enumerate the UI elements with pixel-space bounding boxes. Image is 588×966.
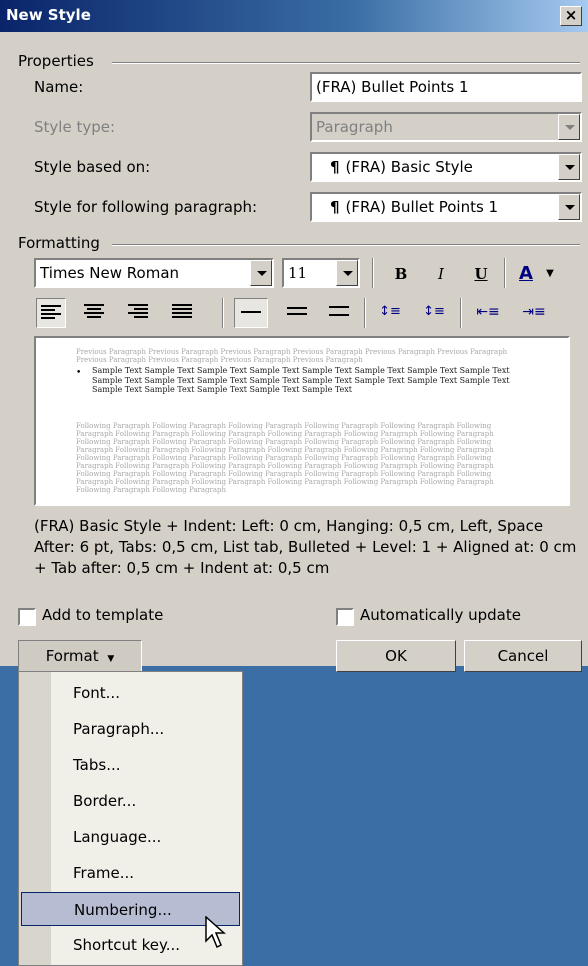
style-preview: Previous Paragraph Previous Paragraph Pr… bbox=[34, 336, 570, 506]
decrease-indent-icon[interactable]: ⇤≡ bbox=[472, 298, 504, 326]
toolbar-separator bbox=[222, 298, 224, 328]
based-on-select[interactable]: ¶ (FRA) Basic Style bbox=[310, 152, 582, 182]
font-color-dropdown-icon[interactable]: ▼ bbox=[540, 260, 560, 288]
increase-spacing-before-icon[interactable]: ↕≡ bbox=[374, 298, 406, 326]
align-left-icon bbox=[41, 305, 61, 321]
bold-button[interactable]: B bbox=[386, 260, 416, 288]
chevron-down-icon[interactable] bbox=[558, 154, 580, 180]
font-size-value: 11 bbox=[288, 264, 308, 282]
format-button-label: Format bbox=[45, 647, 99, 665]
chevron-down-icon: ▼ bbox=[107, 654, 115, 664]
increase-indent-icon[interactable]: ⇥≡ bbox=[518, 298, 550, 326]
font-name-select[interactable]: Times New Roman bbox=[34, 258, 274, 288]
pilcrow-icon: ¶ bbox=[330, 198, 340, 216]
toolbar-separator bbox=[364, 298, 366, 328]
one-half-spacing-button[interactable] bbox=[282, 298, 312, 328]
menu-item-language[interactable]: Language... bbox=[21, 820, 240, 854]
justify-icon bbox=[172, 304, 192, 320]
double-spacing-button[interactable] bbox=[324, 298, 354, 328]
based-on-label: Style based on: bbox=[34, 158, 151, 176]
auto-update-label: Automatically update bbox=[360, 606, 521, 624]
font-size-select[interactable]: 11 bbox=[282, 258, 360, 288]
title-bar[interactable]: New Style × bbox=[0, 0, 588, 32]
auto-update-checkbox[interactable] bbox=[336, 608, 354, 626]
chevron-down-icon[interactable] bbox=[336, 260, 358, 286]
preview-previous-paragraph: Previous Paragraph Previous Paragraph Pr… bbox=[76, 348, 508, 364]
style-description: (FRA) Basic Style + Indent: Left: 0 cm, … bbox=[34, 517, 577, 577]
align-left-button[interactable] bbox=[36, 298, 66, 328]
pilcrow-icon: ¶ bbox=[330, 158, 340, 176]
following-label: Style for following paragraph: bbox=[34, 198, 258, 216]
toolbar-separator bbox=[504, 258, 506, 288]
menu-item-border[interactable]: Border... bbox=[21, 784, 240, 818]
underline-button[interactable]: U bbox=[466, 260, 496, 288]
chevron-down-icon[interactable] bbox=[558, 114, 580, 140]
align-right-icon bbox=[128, 304, 148, 320]
preview-following-paragraph: Following Paragraph Following Paragraph … bbox=[76, 422, 494, 494]
toolbar-separator bbox=[372, 258, 374, 288]
following-value: (FRA) Bullet Points 1 bbox=[345, 198, 499, 216]
following-select[interactable]: ¶ (FRA) Bullet Points 1 bbox=[310, 192, 582, 222]
name-input[interactable]: (FRA) Bullet Points 1 bbox=[310, 72, 582, 102]
mouse-cursor-icon bbox=[205, 916, 226, 949]
one-half-spacing-icon bbox=[287, 307, 307, 323]
style-type-label: Style type: bbox=[34, 118, 116, 136]
formatting-group-label: Formatting bbox=[18, 234, 104, 252]
format-button[interactable]: Format ▼ bbox=[18, 640, 142, 672]
preview-sample-text: Sample Text Sample Text Sample Text Samp… bbox=[92, 366, 510, 394]
align-center-icon bbox=[84, 304, 104, 320]
align-right-button[interactable] bbox=[124, 298, 154, 328]
close-button[interactable]: × bbox=[560, 6, 582, 26]
cancel-button[interactable]: Cancel bbox=[464, 640, 582, 672]
double-spacing-icon bbox=[329, 306, 349, 322]
decrease-spacing-before-icon[interactable]: ↕≡ bbox=[418, 298, 450, 326]
single-spacing-button[interactable] bbox=[234, 298, 268, 328]
menu-item-font[interactable]: Font... bbox=[21, 676, 240, 710]
window-title: New Style bbox=[6, 6, 91, 24]
add-to-template-label: Add to template bbox=[42, 606, 164, 624]
font-name-value: Times New Roman bbox=[40, 264, 180, 282]
chevron-down-icon[interactable] bbox=[558, 194, 580, 220]
menu-item-paragraph[interactable]: Paragraph... bbox=[21, 712, 240, 746]
chevron-down-icon[interactable] bbox=[250, 260, 272, 286]
menu-item-frame[interactable]: Frame... bbox=[21, 856, 240, 890]
formatting-divider bbox=[112, 244, 580, 246]
properties-divider bbox=[112, 62, 580, 64]
ok-button[interactable]: OK bbox=[336, 640, 456, 672]
justify-button[interactable] bbox=[168, 298, 198, 328]
italic-button[interactable]: I bbox=[426, 260, 456, 288]
menu-item-tabs[interactable]: Tabs... bbox=[21, 748, 240, 782]
style-type-select[interactable]: Paragraph bbox=[310, 112, 582, 142]
based-on-value: (FRA) Basic Style bbox=[345, 158, 473, 176]
toolbar-separator bbox=[460, 298, 462, 328]
properties-group-label: Properties bbox=[18, 52, 98, 70]
font-color-button[interactable]: A bbox=[512, 260, 540, 288]
name-label: Name: bbox=[34, 78, 84, 96]
preview-bullet: • bbox=[76, 368, 82, 378]
style-type-value: Paragraph bbox=[316, 118, 393, 136]
align-center-button[interactable] bbox=[80, 298, 110, 328]
single-spacing-icon bbox=[241, 311, 261, 327]
add-to-template-checkbox[interactable] bbox=[18, 608, 36, 626]
new-style-dialog: Properties Name: (FRA) Bullet Points 1 S… bbox=[0, 32, 588, 672]
